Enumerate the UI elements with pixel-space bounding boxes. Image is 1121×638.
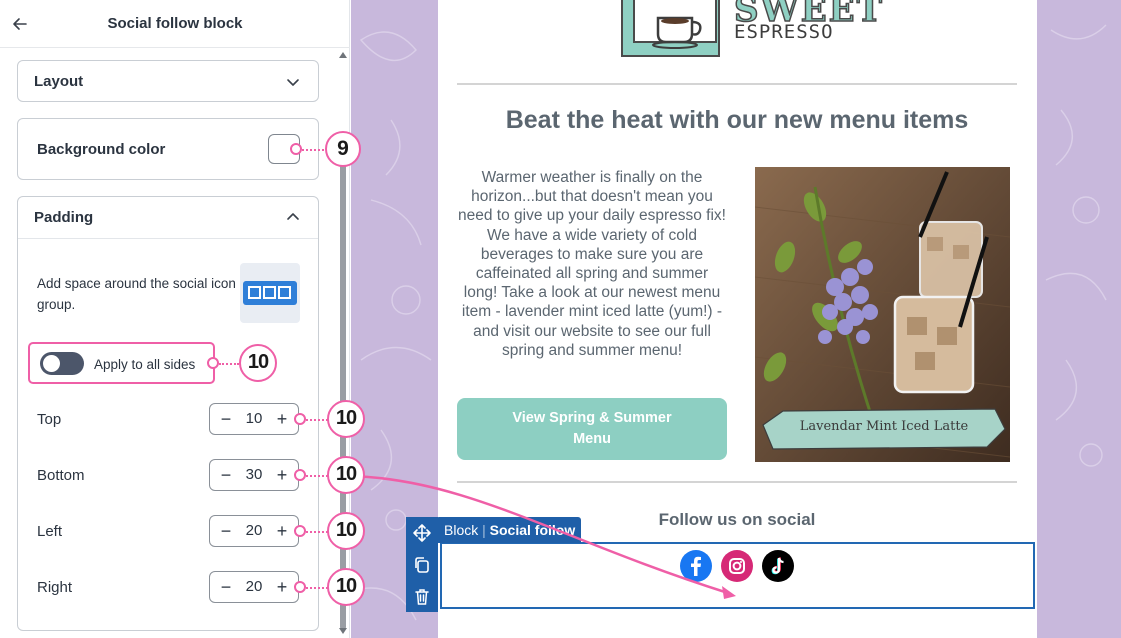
callout-anchor: [290, 143, 302, 155]
callout-10: 10: [327, 456, 365, 494]
decrement-button[interactable]: −: [216, 519, 236, 543]
scrollbar-thumb[interactable]: [340, 160, 346, 630]
padding-title: Padding: [34, 209, 94, 226]
padding-description: Add space around the social icon group.: [37, 276, 236, 312]
photo-caption: Lavendar Mint Iced Latte: [799, 419, 969, 434]
divider: [18, 238, 318, 239]
increment-button[interactable]: +: [272, 575, 292, 599]
callout-anchor: [294, 469, 306, 481]
view-menu-button-label: View Spring & Summer Menu: [512, 410, 672, 447]
increment-button[interactable]: +: [272, 407, 292, 431]
padding-section: Padding Add space around the social icon…: [17, 196, 319, 631]
padding-right-input[interactable]: [236, 572, 272, 602]
padding-left-label: Left: [37, 523, 63, 540]
toggle-knob: [43, 355, 60, 372]
callout-anchor: [207, 357, 219, 369]
espresso-machine-logo: [621, 0, 720, 57]
background-color-title: Background color: [37, 141, 166, 158]
block-tag-separator: |: [482, 522, 486, 538]
brand-logo-subtitle: ESPRESSO: [734, 21, 834, 43]
scroll-down-icon[interactable]: [339, 628, 347, 634]
block-tag-name: Social follow: [489, 522, 576, 538]
decrement-button[interactable]: −: [216, 575, 236, 599]
padding-bottom-input[interactable]: [236, 460, 272, 490]
email-body-text: Warmer weather is finally on the horizon…: [458, 169, 726, 359]
callout-leader: [306, 475, 328, 477]
instagram-icon[interactable]: [721, 550, 753, 582]
duplicate-icon[interactable]: [412, 555, 432, 575]
apply-all-sides-control: Apply to all sides: [28, 342, 215, 384]
decrement-button[interactable]: −: [216, 407, 236, 431]
padding-right-label: Right: [37, 579, 73, 596]
background-color-section: Background color: [17, 118, 319, 180]
callout-10: 10: [327, 512, 365, 550]
callout-anchor: [294, 525, 306, 537]
callout-anchor: [294, 581, 306, 593]
view-menu-button[interactable]: View Spring & Summer Menu: [457, 398, 727, 460]
apply-all-sides-toggle[interactable]: [40, 352, 84, 375]
scroll-up-icon[interactable]: [339, 52, 347, 58]
layout-title: Layout: [34, 73, 84, 90]
padding-left-stepper: − +: [209, 515, 299, 547]
callout-10: 10: [327, 568, 365, 606]
divider: [457, 83, 1017, 85]
increment-button[interactable]: +: [272, 519, 292, 543]
layout-section[interactable]: Layout: [17, 60, 319, 102]
delete-icon[interactable]: [412, 587, 432, 607]
chevron-down-icon[interactable]: [286, 75, 300, 89]
settings-panel: Social follow block Layout Background co…: [0, 0, 350, 638]
callout-10: 10: [327, 400, 365, 438]
callout-leader: [219, 363, 239, 365]
facebook-icon[interactable]: [680, 550, 712, 582]
block-type-tag: Block | Social follow: [436, 517, 582, 543]
decrement-button[interactable]: −: [216, 463, 236, 487]
divider: [457, 481, 1017, 483]
padding-top-stepper: − +: [209, 403, 299, 435]
panel-title: Social follow block: [107, 15, 243, 32]
callout-9: 9: [325, 131, 361, 167]
callout-anchor: [294, 413, 306, 425]
move-icon[interactable]: [412, 523, 432, 543]
padding-top-input[interactable]: [236, 404, 272, 434]
callout-leader: [302, 149, 324, 151]
callout-leader: [306, 531, 328, 533]
callout-leader: [306, 419, 328, 421]
iced-latte-photo: Lavendar Mint Iced Latte: [755, 167, 1010, 462]
padding-bottom-label: Bottom: [37, 467, 85, 484]
block-tag-prefix: Block: [444, 522, 479, 538]
apply-all-sides-label: Apply to all sides: [94, 357, 196, 372]
panel-header: Social follow block: [0, 0, 350, 48]
padding-preview-icon: [240, 263, 300, 323]
tiktok-icon[interactable]: [762, 550, 794, 582]
padding-right-stepper: − +: [209, 571, 299, 603]
increment-button[interactable]: +: [272, 463, 292, 487]
callout-leader: [306, 587, 328, 589]
chevron-up-icon[interactable]: [286, 210, 300, 224]
callout-10: 10: [239, 344, 277, 382]
padding-bottom-stepper: − +: [209, 459, 299, 491]
email-headline: Beat the heat with our new menu items: [505, 106, 969, 134]
padding-left-input[interactable]: [236, 516, 272, 546]
padding-top-label: Top: [37, 411, 62, 428]
block-toolbar: [406, 517, 438, 612]
